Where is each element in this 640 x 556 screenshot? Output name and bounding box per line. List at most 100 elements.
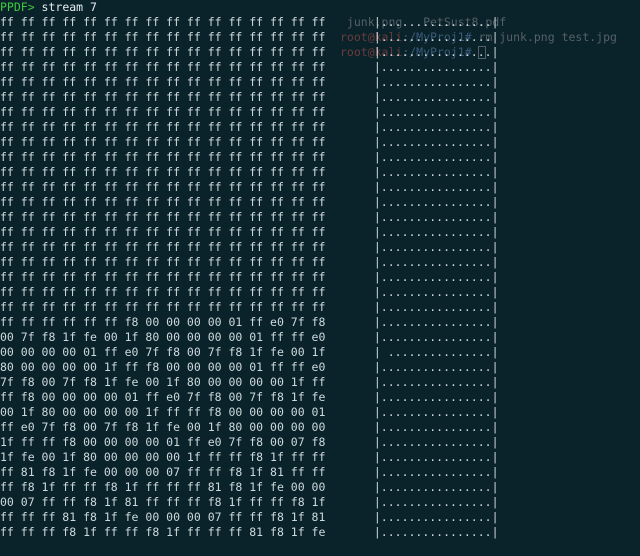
hex-row: 7f f8 00 7f f8 1f fe 00 1f 80 00 00 00 0… bbox=[0, 375, 640, 390]
ascii-repr: |................| bbox=[374, 435, 499, 449]
ascii-repr: |................| bbox=[374, 105, 499, 119]
ascii-repr: |................| bbox=[374, 480, 499, 494]
hex-bytes: ff ff ff ff ff ff ff ff ff ff ff ff ff f… bbox=[0, 150, 374, 164]
hex-row: 1f ff ff f8 00 00 00 00 01 ff e0 7f f8 0… bbox=[0, 435, 640, 450]
ascii-repr: |................| bbox=[374, 315, 499, 329]
hex-bytes: 00 1f 80 00 00 00 00 1f ff ff f8 00 00 0… bbox=[0, 405, 374, 419]
ascii-repr: |................| bbox=[374, 270, 499, 284]
hex-row: 00 07 ff ff f8 1f 81 ff ff ff f8 1f ff f… bbox=[0, 495, 640, 510]
hex-bytes: 1f fe 00 1f 80 00 00 00 00 1f ff ff f8 1… bbox=[0, 450, 374, 464]
hex-row: ff ff ff ff ff ff ff ff ff ff ff ff ff f… bbox=[0, 60, 640, 75]
ascii-repr: |................| bbox=[374, 225, 499, 239]
hex-row: ff ff ff ff ff ff f8 00 00 00 00 01 ff e… bbox=[0, 315, 640, 330]
ascii-repr: |................| bbox=[374, 525, 499, 539]
hex-bytes: 00 07 ff ff f8 1f 81 ff ff ff f8 1f ff f… bbox=[0, 495, 374, 509]
hex-bytes: ff ff ff f8 1f ff ff f8 1f ff ff ff 81 f… bbox=[0, 525, 374, 539]
hex-bytes: ff ff ff ff ff ff ff ff ff ff ff ff ff f… bbox=[0, 225, 374, 239]
hex-row: ff ff ff ff ff ff ff ff ff ff ff ff ff f… bbox=[0, 105, 640, 120]
ascii-repr: |................| bbox=[374, 465, 499, 479]
hex-row: ff ff ff ff ff ff ff ff ff ff ff ff ff f… bbox=[0, 15, 640, 30]
hex-bytes: ff ff ff ff ff ff ff ff ff ff ff ff ff f… bbox=[0, 135, 374, 149]
hex-bytes: ff ff ff ff ff ff ff ff ff ff ff ff ff f… bbox=[0, 105, 374, 119]
ascii-repr: |................| bbox=[374, 510, 499, 524]
ascii-repr: |................| bbox=[374, 450, 499, 464]
hex-bytes: ff ff ff ff ff ff ff ff ff ff ff ff ff f… bbox=[0, 270, 374, 284]
hex-bytes: ff e0 7f f8 00 7f f8 1f fe 00 1f 80 00 0… bbox=[0, 420, 374, 434]
ascii-repr: |................| bbox=[374, 210, 499, 224]
hex-row: ff ff ff ff ff ff ff ff ff ff ff ff ff f… bbox=[0, 255, 640, 270]
hex-bytes: ff ff ff ff ff ff ff ff ff ff ff ff ff f… bbox=[0, 210, 374, 224]
hex-bytes: ff f8 00 00 00 00 01 ff e0 7f f8 00 7f f… bbox=[0, 390, 374, 404]
hex-row: 1f fe 00 1f 80 00 00 00 00 1f ff ff f8 1… bbox=[0, 450, 640, 465]
ascii-repr: |................| bbox=[374, 300, 499, 314]
hex-row: ff ff ff ff ff ff ff ff ff ff ff ff ff f… bbox=[0, 225, 640, 240]
ascii-repr: |................| bbox=[374, 15, 499, 29]
ascii-repr: |................| bbox=[374, 45, 499, 59]
prompt: PPDF> bbox=[0, 0, 35, 14]
hex-row: ff ff ff ff ff ff ff ff ff ff ff ff ff f… bbox=[0, 270, 640, 285]
ascii-repr: |................| bbox=[374, 495, 499, 509]
ascii-repr: |................| bbox=[374, 390, 499, 404]
hex-bytes: ff ff ff ff ff ff ff ff ff ff ff ff ff f… bbox=[0, 240, 374, 254]
hex-bytes: ff ff ff ff ff ff ff ff ff ff ff ff ff f… bbox=[0, 30, 374, 44]
hex-row: ff ff ff ff ff ff ff ff ff ff ff ff ff f… bbox=[0, 150, 640, 165]
hex-row: 00 00 00 00 01 ff e0 7f f8 00 7f f8 1f f… bbox=[0, 345, 640, 360]
ascii-repr: |................| bbox=[374, 165, 499, 179]
ascii-repr: |................| bbox=[374, 120, 499, 134]
hex-bytes: ff ff ff ff ff ff ff ff ff ff ff ff ff f… bbox=[0, 195, 374, 209]
hex-bytes: ff ff ff ff ff ff ff ff ff ff ff ff ff f… bbox=[0, 45, 374, 59]
hex-row: ff ff ff ff ff ff ff ff ff ff ff ff ff f… bbox=[0, 30, 640, 45]
hex-bytes: ff f8 1f ff ff f8 1f ff ff ff 81 f8 1f f… bbox=[0, 480, 374, 494]
ascii-repr: |................| bbox=[374, 90, 499, 104]
hex-row: 80 00 00 00 00 1f ff f8 00 00 00 00 01 f… bbox=[0, 360, 640, 375]
ascii-repr: |................| bbox=[374, 150, 499, 164]
main-terminal[interactable]: PPDF> stream 7ff ff ff ff ff ff ff ff ff… bbox=[0, 0, 640, 540]
hex-row: 00 7f f8 1f fe 00 1f 80 00 00 00 00 01 f… bbox=[0, 330, 640, 345]
hex-bytes: 1f ff ff f8 00 00 00 00 01 ff e0 7f f8 0… bbox=[0, 435, 374, 449]
hex-row: ff ff ff ff ff ff ff ff ff ff ff ff ff f… bbox=[0, 90, 640, 105]
ascii-repr: | ...............| bbox=[374, 345, 499, 359]
hex-bytes: ff ff ff ff ff ff ff ff ff ff ff ff ff f… bbox=[0, 165, 374, 179]
prompt-line: PPDF> stream 7 bbox=[0, 0, 640, 15]
hex-bytes: ff ff ff ff ff ff ff ff ff ff ff ff ff f… bbox=[0, 255, 374, 269]
ascii-repr: |................| bbox=[374, 360, 499, 374]
hex-row: ff ff ff ff ff ff ff ff ff ff ff ff ff f… bbox=[0, 285, 640, 300]
hex-bytes: 80 00 00 00 00 1f ff f8 00 00 00 00 01 f… bbox=[0, 360, 374, 374]
ascii-repr: |................| bbox=[374, 330, 499, 344]
command-input[interactable]: stream 7 bbox=[35, 0, 97, 14]
ascii-repr: |................| bbox=[374, 180, 499, 194]
hex-row: ff ff ff ff ff ff ff ff ff ff ff ff ff f… bbox=[0, 165, 640, 180]
hex-bytes: ff ff ff ff ff ff ff ff ff ff ff ff ff f… bbox=[0, 15, 374, 29]
ascii-repr: |................| bbox=[374, 240, 499, 254]
ascii-repr: |................| bbox=[374, 60, 499, 74]
hex-bytes: 00 7f f8 1f fe 00 1f 80 00 00 00 00 01 f… bbox=[0, 330, 374, 344]
ascii-repr: |................| bbox=[374, 420, 499, 434]
hex-row: ff ff ff ff ff ff ff ff ff ff ff ff ff f… bbox=[0, 195, 640, 210]
hex-bytes: ff ff ff ff ff ff ff ff ff ff ff ff ff f… bbox=[0, 285, 374, 299]
hex-row: ff e0 7f f8 00 7f f8 1f fe 00 1f 80 00 0… bbox=[0, 420, 640, 435]
ascii-repr: |................| bbox=[374, 405, 499, 419]
ascii-repr: |................| bbox=[374, 75, 499, 89]
hex-row: ff ff ff ff ff ff ff ff ff ff ff ff ff f… bbox=[0, 75, 640, 90]
ascii-repr: |................| bbox=[374, 135, 499, 149]
hex-bytes: ff ff ff ff ff ff ff ff ff ff ff ff ff f… bbox=[0, 75, 374, 89]
hex-row: ff ff ff ff ff ff ff ff ff ff ff ff ff f… bbox=[0, 210, 640, 225]
hex-dump: ff ff ff ff ff ff ff ff ff ff ff ff ff f… bbox=[0, 15, 640, 540]
hex-bytes: 7f f8 00 7f f8 1f fe 00 1f 80 00 00 00 0… bbox=[0, 375, 374, 389]
hex-bytes: ff ff ff ff ff ff ff ff ff ff ff ff ff f… bbox=[0, 180, 374, 194]
hex-row: ff f8 00 00 00 00 01 ff e0 7f f8 00 7f f… bbox=[0, 390, 640, 405]
ascii-repr: |................| bbox=[374, 285, 499, 299]
hex-bytes: ff ff ff ff ff ff ff ff ff ff ff ff ff f… bbox=[0, 60, 374, 74]
hex-row: ff ff ff f8 1f ff ff f8 1f ff ff ff 81 f… bbox=[0, 525, 640, 540]
hex-row: ff ff ff ff ff ff ff ff ff ff ff ff ff f… bbox=[0, 45, 640, 60]
hex-row: ff ff ff ff ff ff ff ff ff ff ff ff ff f… bbox=[0, 135, 640, 150]
hex-bytes: ff ff ff 81 f8 1f fe 00 00 00 07 ff ff f… bbox=[0, 510, 374, 524]
hex-bytes: 00 00 00 00 01 ff e0 7f f8 00 7f f8 1f f… bbox=[0, 345, 374, 359]
hex-bytes: ff ff ff ff ff ff ff ff ff ff ff ff ff f… bbox=[0, 300, 374, 314]
hex-row: ff ff ff ff ff ff ff ff ff ff ff ff ff f… bbox=[0, 300, 640, 315]
hex-row: ff ff ff ff ff ff ff ff ff ff ff ff ff f… bbox=[0, 180, 640, 195]
hex-bytes: ff ff ff ff ff ff ff ff ff ff ff ff ff f… bbox=[0, 90, 374, 104]
ascii-repr: |................| bbox=[374, 195, 499, 209]
hex-row: ff ff ff ff ff ff ff ff ff ff ff ff ff f… bbox=[0, 240, 640, 255]
hex-bytes: ff ff ff ff ff ff ff ff ff ff ff ff ff f… bbox=[0, 120, 374, 134]
